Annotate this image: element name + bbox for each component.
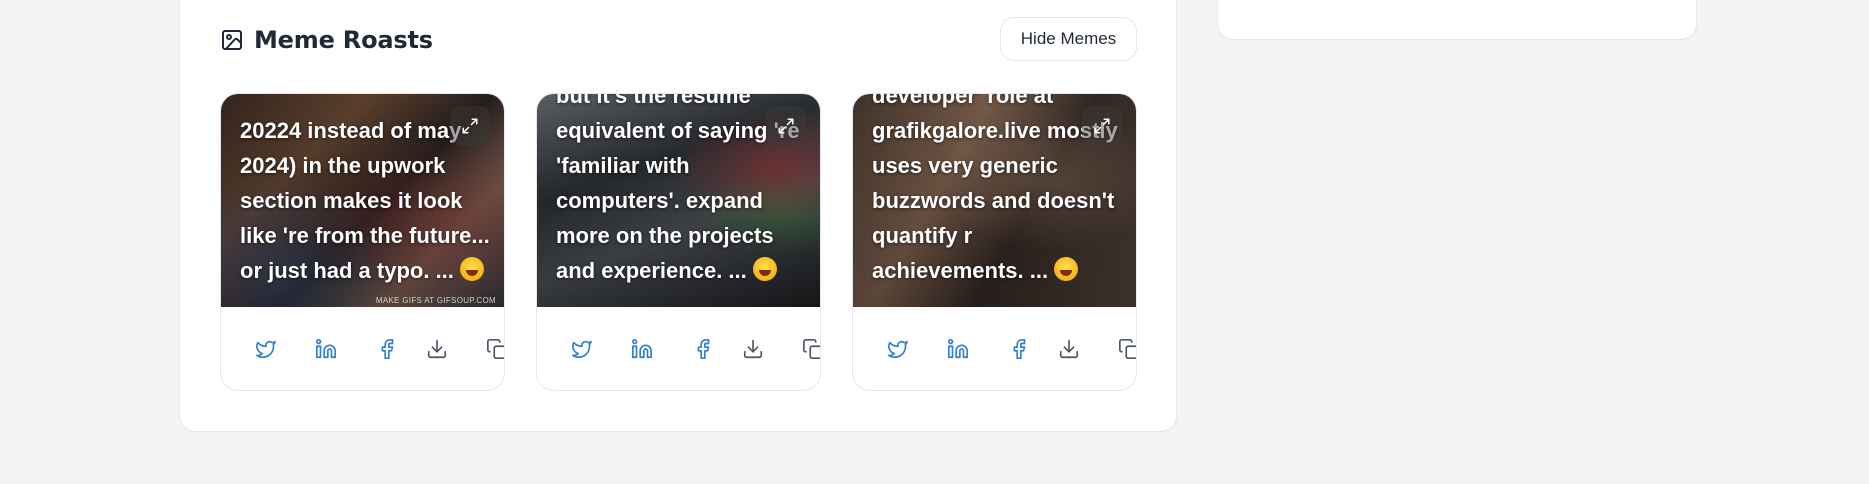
grin-sweat-emoji-icon — [460, 257, 485, 281]
linkedin-icon — [316, 339, 336, 359]
share-facebook-button[interactable] — [375, 337, 399, 361]
section-title: Meme Roasts — [254, 26, 433, 54]
linkedin-icon — [948, 339, 968, 359]
download-icon — [427, 339, 447, 359]
share-linkedin-button[interactable] — [314, 337, 338, 361]
copy-button[interactable] — [1117, 337, 1136, 361]
expand-button[interactable] — [766, 106, 806, 146]
download-button[interactable] — [1057, 337, 1081, 361]
twitter-icon — [888, 340, 908, 359]
copy-icon — [487, 339, 504, 359]
grin-sweat-emoji-icon — [752, 257, 777, 281]
share-actions — [221, 307, 504, 390]
download-icon — [743, 339, 763, 359]
expand-icon — [778, 118, 794, 134]
section-header: Meme Roasts — [220, 20, 433, 60]
meme-watermark: MAKE GIFS AT GIFSOUP.COM — [375, 296, 496, 305]
meme-image[interactable]: 20224 instead of may 2024) in the upwork… — [221, 94, 504, 307]
image-icon — [220, 28, 244, 52]
facebook-icon — [1013, 339, 1026, 359]
copy-button[interactable] — [801, 337, 820, 361]
expand-icon — [462, 118, 478, 134]
meme-card: but it's the resume equivalent of saying… — [536, 93, 821, 391]
meme-card: 20224 instead of may 2024) in the upwork… — [220, 93, 505, 391]
share-linkedin-button[interactable] — [946, 337, 970, 361]
share-facebook-button[interactable] — [691, 337, 715, 361]
share-linkedin-button[interactable] — [630, 337, 654, 361]
expand-icon — [1094, 118, 1110, 134]
share-twitter-button[interactable] — [570, 337, 594, 361]
facebook-icon — [697, 339, 710, 359]
share-actions — [537, 307, 820, 390]
copy-icon — [1119, 339, 1136, 359]
share-actions — [853, 307, 1136, 390]
download-button[interactable] — [425, 337, 449, 361]
facebook-icon — [381, 339, 394, 359]
copy-button[interactable] — [485, 337, 504, 361]
side-panel — [1217, 0, 1697, 40]
download-icon — [1059, 339, 1079, 359]
expand-button[interactable] — [1082, 106, 1122, 146]
meme-image[interactable]: developer' role at grafikgalore.live mos… — [853, 94, 1136, 307]
share-twitter-button[interactable] — [886, 337, 910, 361]
copy-icon — [803, 339, 820, 359]
share-twitter-button[interactable] — [254, 337, 278, 361]
twitter-icon — [572, 340, 592, 359]
share-facebook-button[interactable] — [1007, 337, 1031, 361]
expand-button[interactable] — [450, 106, 490, 146]
linkedin-icon — [632, 339, 652, 359]
hide-memes-button[interactable]: Hide Memes — [1000, 17, 1137, 61]
meme-image[interactable]: but it's the resume equivalent of saying… — [537, 94, 820, 307]
grin-sweat-emoji-icon — [1054, 257, 1079, 281]
download-button[interactable] — [741, 337, 765, 361]
meme-card: developer' role at grafikgalore.live mos… — [852, 93, 1137, 391]
twitter-icon — [256, 340, 276, 359]
